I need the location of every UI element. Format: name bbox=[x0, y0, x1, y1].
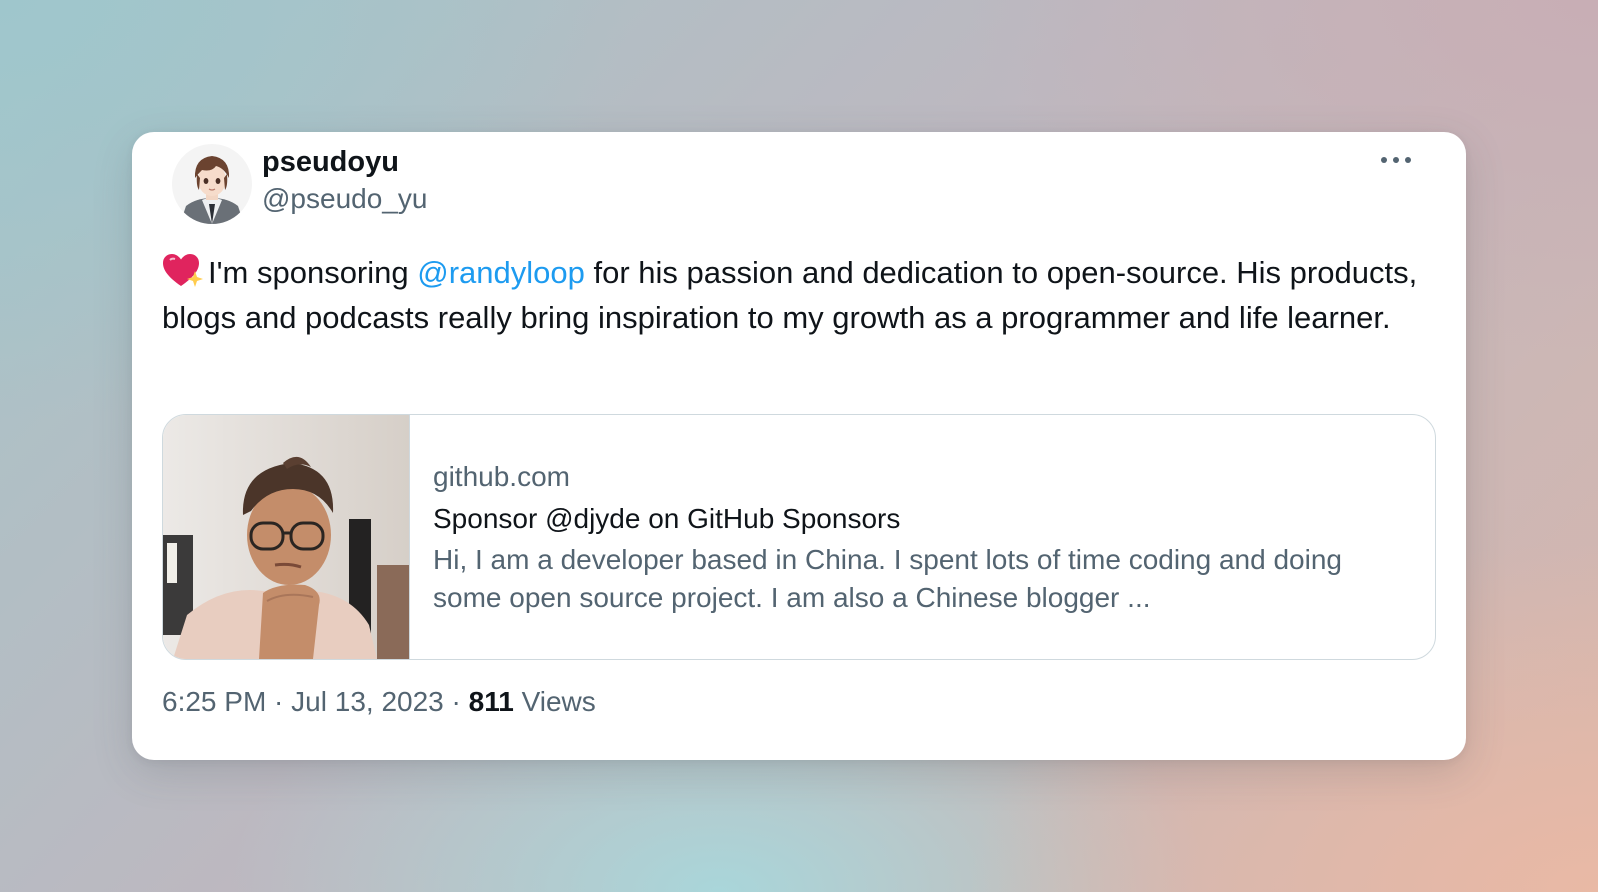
tweet-meta: 6:25 PM · Jul 13, 2023 · 811 Views bbox=[162, 684, 596, 720]
link-title: Sponsor @djyde on GitHub Sponsors bbox=[433, 503, 901, 534]
more-horizontal-icon bbox=[1381, 157, 1411, 163]
link-domain: github.com bbox=[433, 461, 570, 492]
tweet-text-before-mention: I'm sponsoring bbox=[208, 255, 418, 290]
author-avatar[interactable] bbox=[172, 144, 252, 224]
tweet-date[interactable]: Jul 13, 2023 bbox=[291, 686, 444, 717]
anime-avatar-icon bbox=[172, 144, 252, 224]
tweet-time[interactable]: 6:25 PM bbox=[162, 686, 266, 717]
mention-link[interactable]: @randyloop bbox=[417, 255, 585, 290]
link-preview-card[interactable]: github.com Sponsor @djyde on GitHub Spon… bbox=[162, 414, 1436, 660]
more-options-button[interactable] bbox=[1376, 146, 1416, 174]
tweet-card[interactable]: pseudoyu @pseudo_yu I'm sponsoring @rand… bbox=[132, 132, 1466, 760]
views-count: 811 bbox=[468, 686, 514, 717]
person-portrait-thumbnail bbox=[163, 415, 409, 659]
author-handle[interactable]: @pseudo_yu bbox=[262, 181, 427, 217]
link-description: Hi, I am a developer based in China. I s… bbox=[433, 544, 1342, 613]
views-label: Views bbox=[513, 686, 596, 717]
meta-separator: · bbox=[266, 686, 292, 717]
link-thumbnail bbox=[163, 415, 410, 659]
author-display-name[interactable]: pseudoyu bbox=[262, 144, 399, 180]
tweet-text: I'm sponsoring @randyloop for his passio… bbox=[162, 250, 1442, 340]
meta-separator: · bbox=[443, 686, 469, 717]
sparkling-heart-icon bbox=[162, 253, 204, 289]
